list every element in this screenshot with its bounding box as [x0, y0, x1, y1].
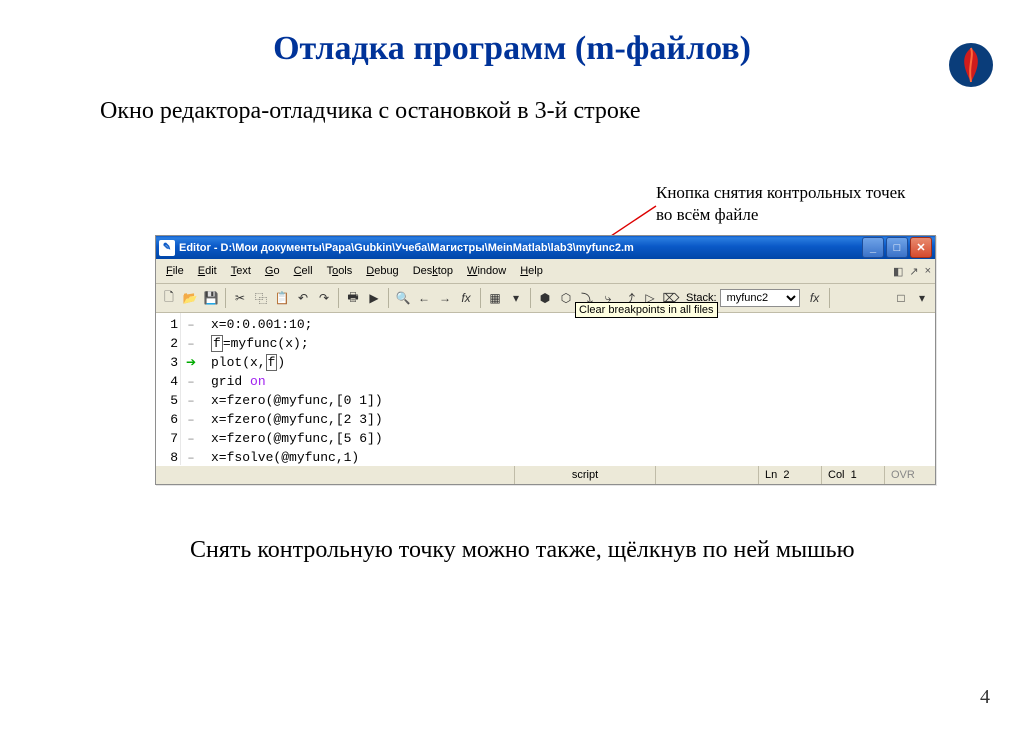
menu-window[interactable]: Window	[461, 264, 512, 278]
new-file-icon[interactable]: 🗋	[159, 288, 179, 308]
print-icon[interactable]: 🖶	[343, 288, 363, 308]
cut-icon[interactable]: ✂	[230, 288, 250, 308]
clear-breakpoint-icon[interactable]: ⬡	[556, 288, 576, 308]
menu-text[interactable]: Text	[225, 264, 257, 278]
page-number: 4	[980, 686, 990, 709]
undo-icon[interactable]: ↶	[293, 288, 313, 308]
close-button[interactable]: ✕	[910, 237, 932, 258]
maximize-button[interactable]: □	[886, 237, 908, 258]
cell-divider-icon[interactable]: ▾	[506, 288, 526, 308]
stack-select[interactable]: myfunc2	[720, 289, 800, 307]
menu-debug[interactable]: Debug	[360, 264, 404, 278]
menu-help[interactable]: Help	[514, 264, 549, 278]
status-ovr: OVR	[884, 466, 935, 484]
menu-tools[interactable]: Tools	[321, 264, 359, 278]
slide-subtitle: Окно редактора-отладчика с остановкой в …	[100, 98, 1024, 125]
menu-file[interactable]: File	[160, 264, 190, 278]
undock-button[interactable]: ↗	[909, 265, 918, 278]
cell-eval-icon[interactable]: ▦	[485, 288, 505, 308]
open-file-icon[interactable]: 📂	[180, 288, 200, 308]
inner-close-button[interactable]: ×	[925, 265, 931, 278]
toolbar: 🗋 📂 💾 ✂ ⿻ 📋 ↶ ↷ 🖶 ▶ 🔍 ← → fx ▦ ▾ ⬢ ⬡ ⤵ ⤷…	[156, 284, 935, 313]
slide-title: Отладка программ (m-файлов)	[0, 30, 1024, 68]
nav-back-icon[interactable]: ←	[414, 288, 434, 308]
cursor-box: f	[211, 335, 223, 352]
nav-fwd-icon[interactable]: →	[435, 288, 455, 308]
menubar: File Edit Text Go Cell Tools Debug Deskt…	[156, 259, 935, 284]
breakpoint-gutter[interactable]: – – ➔ – – – – –	[181, 313, 201, 465]
fx-icon[interactable]: fx	[456, 288, 476, 308]
tooltip: Clear breakpoints in all files	[575, 302, 718, 318]
variable-highlight: f	[266, 354, 278, 371]
menu-edit[interactable]: Edit	[192, 264, 223, 278]
dock-button[interactable]: ◧	[893, 265, 903, 278]
editor-window: ✎ Editor - D:\Мои документы\Papa\Gubkin\…	[155, 235, 936, 485]
status-mode: script	[514, 466, 655, 484]
code-area[interactable]: 1 2 3 4 5 6 7 8 – – ➔ – – – – – x=0:0.00…	[156, 313, 935, 465]
window-titlebar[interactable]: ✎ Editor - D:\Мои документы\Papa\Gubkin\…	[156, 236, 935, 259]
save-icon[interactable]: 💾	[201, 288, 221, 308]
editor-app-icon: ✎	[159, 240, 175, 256]
run-icon[interactable]: ▶	[364, 288, 384, 308]
status-line: Ln 2	[758, 466, 821, 484]
paste-icon[interactable]: 📋	[272, 288, 292, 308]
line-number-gutter: 1 2 3 4 5 6 7 8	[156, 313, 181, 465]
code-text[interactable]: x=0:0.001:10; f=myfunc(x); plot(x,f) gri…	[201, 313, 935, 465]
redo-icon[interactable]: ↷	[314, 288, 334, 308]
footer-text: Снять контрольную точку можно также, щёл…	[190, 537, 855, 564]
minimize-button[interactable]: _	[862, 237, 884, 258]
fx2-icon[interactable]: fx	[805, 288, 825, 308]
organization-logo	[948, 42, 994, 88]
expand-icon[interactable]: ▾	[912, 288, 932, 308]
find-icon[interactable]: 🔍	[393, 288, 413, 308]
set-breakpoint-icon[interactable]: ⬢	[535, 288, 555, 308]
statusbar: script Ln 2 Col 1 OVR	[156, 465, 935, 484]
menu-go[interactable]: Go	[259, 264, 286, 278]
menu-desktop[interactable]: Desktop	[407, 264, 459, 278]
collapse-icon[interactable]: □	[891, 288, 911, 308]
current-line-arrow-icon: ➔	[186, 355, 196, 370]
menu-cell[interactable]: Cell	[288, 264, 319, 278]
status-col: Col 1	[821, 466, 884, 484]
window-title-text: Editor - D:\Мои документы\Papa\Gubkin\Уч…	[179, 242, 862, 254]
copy-icon[interactable]: ⿻	[251, 288, 271, 308]
annotation-text: Кнопка снятия контрольных точек во всём …	[656, 182, 905, 226]
